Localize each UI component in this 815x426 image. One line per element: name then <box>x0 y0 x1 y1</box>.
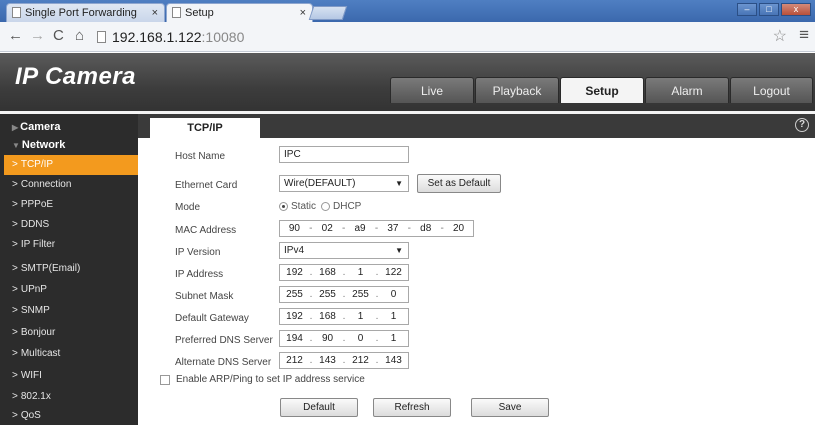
mac-address-field: 90- 02- a9- 37- d8- 20 <box>279 220 474 237</box>
window-controls: – □ x <box>737 3 811 16</box>
nav-live[interactable]: Live <box>390 77 474 103</box>
app-header: IP Camera Live Playback Setup Alarm Logo… <box>0 53 815 111</box>
sidebar-item-connection[interactable]: > Connection <box>0 175 138 195</box>
settings-panel: TCP/IP ? Host Name IPC Ethernet Card Wir… <box>138 114 815 425</box>
preferred-dns-input[interactable]: 194. 90. 0. 1 <box>279 330 409 347</box>
preferred-dns-label: Preferred DNS Server <box>175 335 273 346</box>
subnet-mask-input[interactable]: 255. 255. 255. 0 <box>279 286 409 303</box>
arp-ping-checkbox[interactable] <box>160 374 170 385</box>
arp-ping-label: Enable ARP/Ping to set IP address servic… <box>176 374 365 385</box>
refresh-button[interactable]: Refresh <box>373 398 451 417</box>
mode-label: Mode <box>175 202 201 213</box>
sidebar-item-snmp[interactable]: > SNMP <box>0 301 138 321</box>
minimize-icon[interactable]: – <box>737 3 757 16</box>
expanded-arrow-icon: ▼ <box>12 141 20 150</box>
dropdown-arrow-icon: ▼ <box>395 246 403 255</box>
ethernet-card-label: Ethernet Card <box>175 180 238 191</box>
mac-address-label: MAC Address <box>175 225 237 236</box>
save-button[interactable]: Save <box>471 398 549 417</box>
default-button[interactable]: Default <box>280 398 358 417</box>
url-field[interactable]: 192.168.1.122:10080 <box>112 29 244 45</box>
document-icon <box>172 7 181 18</box>
close-tab-icon[interactable]: × <box>300 4 306 22</box>
ethernet-card-select[interactable]: Wire(DEFAULT) ▼ <box>279 175 409 192</box>
main-nav: Live Playback Setup Alarm Logout <box>390 77 814 103</box>
ip-version-select[interactable]: IPv4 ▼ <box>279 242 409 259</box>
browser-tab-bar: Single Port Forwarding × Setup × – □ x <box>0 0 815 22</box>
ip-version-label: IP Version <box>175 247 221 258</box>
nav-setup[interactable]: Setup <box>560 77 644 103</box>
content-tab-bar: TCP/IP ? <box>138 114 815 138</box>
set-as-default-button[interactable]: Set as Default <box>417 174 501 193</box>
back-arrow-icon[interactable]: ← <box>8 28 23 44</box>
page-icon <box>97 31 106 43</box>
sidebar-item-ddns[interactable]: > DDNS <box>0 215 138 235</box>
sidebar-category-network[interactable]: ▼ Network <box>0 136 138 154</box>
nav-playback[interactable]: Playback <box>475 77 559 103</box>
close-tab-icon[interactable]: × <box>152 4 158 22</box>
sidebar-item-bonjour[interactable]: > Bonjour <box>0 323 138 343</box>
alternate-dns-input[interactable]: 212. 143. 212. 143 <box>279 352 409 369</box>
logo: IP Camera <box>15 63 137 90</box>
close-window-icon[interactable]: x <box>781 3 811 16</box>
default-gateway-input[interactable]: 192. 168. 1. 1 <box>279 308 409 325</box>
dhcp-radio-label: DHCP <box>333 201 362 212</box>
host-name-label: Host Name <box>175 151 226 162</box>
forward-arrow-icon[interactable]: → <box>30 28 45 44</box>
nav-logout[interactable]: Logout <box>730 77 813 103</box>
browser-tab-single-port-forwarding[interactable]: Single Port Forwarding × <box>6 3 165 22</box>
help-icon[interactable]: ? <box>795 118 809 132</box>
dhcp-radio[interactable] <box>321 202 331 211</box>
arp-ping-option: Enable ARP/Ping to set IP address servic… <box>160 374 365 385</box>
default-gateway-label: Default Gateway <box>175 313 249 324</box>
browser-tab-label: Single Port Forwarding <box>25 7 137 19</box>
browser-tab-label: Setup <box>185 7 214 19</box>
reload-icon[interactable]: C <box>53 28 64 44</box>
sidebar-item-8021x[interactable]: >802.1x <box>0 387 138 407</box>
tab-tcpip[interactable]: TCP/IP <box>150 118 260 138</box>
static-radio[interactable] <box>279 202 288 211</box>
sidebar-item-wifi[interactable]: > WIFI <box>0 366 138 386</box>
dropdown-arrow-icon: ▼ <box>395 179 403 188</box>
sidebar: ▶ Camera ▼ Network > TCP/IP > Connection > PP… <box>0 114 138 425</box>
sidebar-item-upnp[interactable]: > UPnP <box>0 280 138 300</box>
sidebar-item-multicast[interactable]: > Multicast <box>0 344 138 364</box>
sidebar-category-camera[interactable]: ▶ Camera <box>0 118 138 136</box>
ip-address-input[interactable]: 192. 168. 1. 122 <box>279 264 409 281</box>
browser-tab-setup[interactable]: Setup × <box>166 3 313 22</box>
alternate-dns-label: Alternate DNS Server <box>175 357 272 368</box>
ip-address-label: IP Address <box>175 269 224 280</box>
document-icon <box>12 7 21 18</box>
subnet-mask-label: Subnet Mask <box>175 291 234 302</box>
collapsed-arrow-icon: ▶ <box>12 123 19 132</box>
sidebar-item-smtp[interactable]: > SMTP(Email) <box>0 259 138 279</box>
bookmark-star-icon[interactable]: ☆ <box>773 26 787 46</box>
new-tab-button[interactable] <box>308 6 348 20</box>
sidebar-item-pppoe[interactable]: > PPPoE <box>0 195 138 215</box>
mode-radio-group: Static DHCP <box>279 201 361 212</box>
address-bar: ← → C ⌂ 192.168.1.122:10080 ☆ ≡ <box>0 22 815 52</box>
static-radio-label: Static <box>291 201 317 212</box>
nav-alarm[interactable]: Alarm <box>645 77 729 103</box>
sidebar-item-qos[interactable]: > QoS <box>0 406 138 426</box>
host-name-input[interactable]: IPC <box>279 146 409 163</box>
maximize-icon[interactable]: □ <box>759 3 779 16</box>
home-icon[interactable]: ⌂ <box>75 28 84 44</box>
sidebar-item-ip-filter[interactable]: > IP Filter <box>0 235 138 255</box>
browser-menu-icon[interactable]: ≡ <box>799 25 809 45</box>
sidebar-item-tcpip[interactable]: > TCP/IP <box>4 155 138 175</box>
